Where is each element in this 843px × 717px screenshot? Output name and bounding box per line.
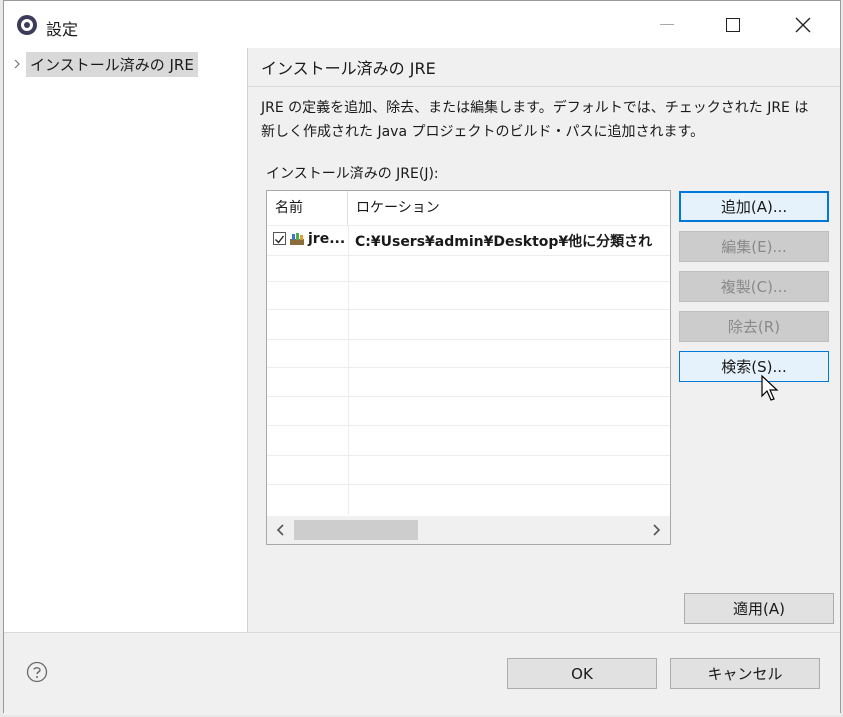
preferences-tree: インストール済みの JRE: [4, 48, 248, 632]
column-header-name[interactable]: 名前: [267, 191, 348, 225]
scrollbar-thumb[interactable]: [294, 520, 418, 540]
description-line-2: 新しく作成された Java プロジェクトのビルド・パスに追加されます。: [261, 124, 705, 140]
tree-item-label: インストール済みの JRE: [26, 51, 198, 77]
jre-table[interactable]: 名前 ロケーション jre... C:¥Users¥admin¥Desktop¥…: [266, 190, 671, 545]
tree-item-installed-jres[interactable]: インストール済みの JRE: [10, 51, 198, 77]
maximize-icon: [726, 17, 740, 32]
row-divider: [267, 425, 670, 426]
row-divider: [267, 339, 670, 340]
close-icon: [795, 17, 811, 32]
help-icon[interactable]: [26, 661, 48, 683]
mouse-pointer-icon: [761, 374, 779, 401]
horizontal-scrollbar[interactable]: [267, 516, 670, 544]
close-button[interactable]: [780, 1, 826, 48]
row-divider: [267, 396, 670, 397]
cancel-button[interactable]: キャンセル: [670, 658, 820, 689]
preferences-dialog: 設定 インストール済みの JRE インストール済みの JRE JRE の定義を追…: [3, 0, 841, 715]
jre-library-icon: [290, 233, 304, 245]
page-title: インストール済みの JRE: [261, 59, 436, 78]
row-divider: [267, 309, 670, 310]
page-header: インストール済みの JRE: [248, 48, 840, 87]
jre-name-cell: jre...: [308, 231, 346, 247]
edit-button[interactable]: 編集(E)...: [679, 231, 829, 262]
row-divider: [267, 455, 670, 456]
row-divider: [267, 367, 670, 368]
row-divider: [267, 255, 670, 256]
duplicate-button[interactable]: 複製(C)...: [679, 271, 829, 302]
window-title: 設定: [46, 20, 79, 39]
column-header-location[interactable]: ロケーション: [348, 191, 670, 225]
apply-button[interactable]: 適用(A): [684, 593, 834, 624]
dialog-footer: OK キャンセル: [4, 632, 840, 715]
table-row[interactable]: jre... C:¥Users¥admin¥Desktop¥他に分類され: [267, 225, 670, 255]
minimize-button[interactable]: [644, 1, 690, 48]
chevron-right-icon[interactable]: [10, 54, 26, 74]
jre-checkbox[interactable]: [273, 232, 286, 245]
row-divider: [267, 281, 670, 282]
title-bar: 設定: [4, 1, 840, 48]
jre-location-cell: C:¥Users¥admin¥Desktop¥他に分類され: [355, 234, 653, 250]
row-divider: [267, 484, 670, 485]
remove-button[interactable]: 除去(R): [679, 311, 829, 342]
scroll-right-icon[interactable]: [648, 521, 664, 539]
maximize-button[interactable]: [710, 1, 756, 48]
column-divider: [348, 225, 349, 515]
ok-button[interactable]: OK: [507, 658, 657, 689]
scroll-left-icon[interactable]: [273, 521, 289, 539]
description-line-1: JRE の定義を追加、除去、または編集します。デフォルトでは、チェックされた J…: [261, 100, 809, 116]
checkmark-icon: [275, 235, 285, 244]
eclipse-gear-icon: [17, 15, 37, 35]
preference-page: インストール済みの JRE JRE の定義を追加、除去、または編集します。デフォ…: [248, 48, 840, 632]
page-description: JRE の定義を追加、除去、または編集します。デフォルトでは、チェックされた J…: [261, 96, 841, 144]
minimize-icon: [660, 24, 674, 25]
installed-jres-label: インストール済みの JRE(J):: [266, 166, 439, 182]
add-button[interactable]: 追加(A)...: [679, 191, 829, 222]
search-button[interactable]: 検索(S)...: [679, 351, 829, 382]
